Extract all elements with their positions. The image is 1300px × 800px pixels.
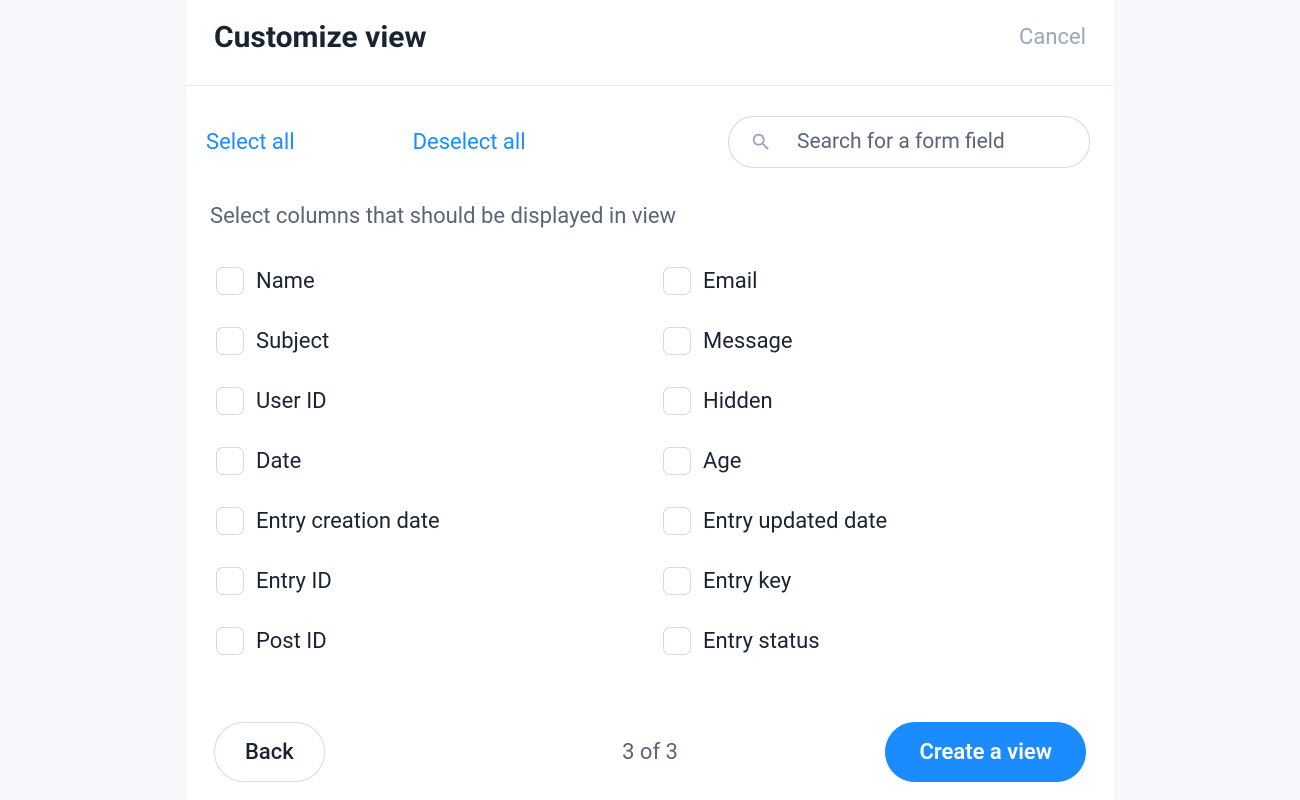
fields-grid: Name Email Subject Message User ID <box>210 267 1090 655</box>
field-label: Age <box>703 449 741 474</box>
create-view-button[interactable]: Create a view <box>885 722 1086 782</box>
page-title: Customize view <box>214 20 427 55</box>
search-input[interactable] <box>728 116 1090 168</box>
field-item-entry-id[interactable]: Entry ID <box>216 567 643 595</box>
select-all-button[interactable]: Select all <box>206 130 295 155</box>
step-indicator: 3 of 3 <box>622 740 678 765</box>
field-item-age[interactable]: Age <box>663 447 1090 475</box>
checkbox[interactable] <box>663 327 691 355</box>
search-icon <box>750 131 772 153</box>
field-item-hidden[interactable]: Hidden <box>663 387 1090 415</box>
toolbar: Select all Deselect all <box>210 116 1090 168</box>
field-label: Entry key <box>703 569 791 594</box>
checkbox[interactable] <box>216 447 244 475</box>
field-label: Date <box>256 449 301 474</box>
checkbox[interactable] <box>216 567 244 595</box>
checkbox[interactable] <box>216 627 244 655</box>
search-container <box>728 116 1090 168</box>
field-item-subject[interactable]: Subject <box>216 327 643 355</box>
modal-header: Customize view Cancel <box>186 0 1114 86</box>
field-label: Name <box>256 269 315 294</box>
field-item-entry-status[interactable]: Entry status <box>663 627 1090 655</box>
checkbox[interactable] <box>663 627 691 655</box>
field-item-name[interactable]: Name <box>216 267 643 295</box>
field-item-post-id[interactable]: Post ID <box>216 627 643 655</box>
checkbox[interactable] <box>663 387 691 415</box>
checkbox[interactable] <box>663 267 691 295</box>
field-item-user-id[interactable]: User ID <box>216 387 643 415</box>
checkbox[interactable] <box>216 267 244 295</box>
description-text: Select columns that should be displayed … <box>210 204 1090 229</box>
field-item-message[interactable]: Message <box>663 327 1090 355</box>
field-label: Entry status <box>703 629 820 654</box>
customize-view-modal: Customize view Cancel Select all Deselec… <box>186 0 1114 800</box>
field-item-date[interactable]: Date <box>216 447 643 475</box>
checkbox[interactable] <box>663 507 691 535</box>
field-label: Message <box>703 329 793 354</box>
field-label: Post ID <box>256 629 327 654</box>
modal-footer: Back 3 of 3 Create a view <box>186 704 1114 800</box>
checkbox[interactable] <box>663 447 691 475</box>
field-label: Entry updated date <box>703 509 887 534</box>
back-button[interactable]: Back <box>214 722 325 782</box>
field-item-entry-key[interactable]: Entry key <box>663 567 1090 595</box>
field-label: Subject <box>256 329 329 354</box>
field-label: User ID <box>256 389 327 414</box>
checkbox[interactable] <box>663 567 691 595</box>
checkbox[interactable] <box>216 327 244 355</box>
field-item-entry-updated-date[interactable]: Entry updated date <box>663 507 1090 535</box>
field-item-email[interactable]: Email <box>663 267 1090 295</box>
deselect-all-button[interactable]: Deselect all <box>413 130 526 155</box>
field-label: Email <box>703 269 757 294</box>
field-item-entry-creation-date[interactable]: Entry creation date <box>216 507 643 535</box>
checkbox[interactable] <box>216 507 244 535</box>
field-label: Entry ID <box>256 569 332 594</box>
checkbox[interactable] <box>216 387 244 415</box>
field-label: Hidden <box>703 389 773 414</box>
modal-body: Select all Deselect all Select columns t… <box>186 86 1114 655</box>
cancel-button[interactable]: Cancel <box>1019 25 1086 50</box>
field-label: Entry creation date <box>256 509 440 534</box>
